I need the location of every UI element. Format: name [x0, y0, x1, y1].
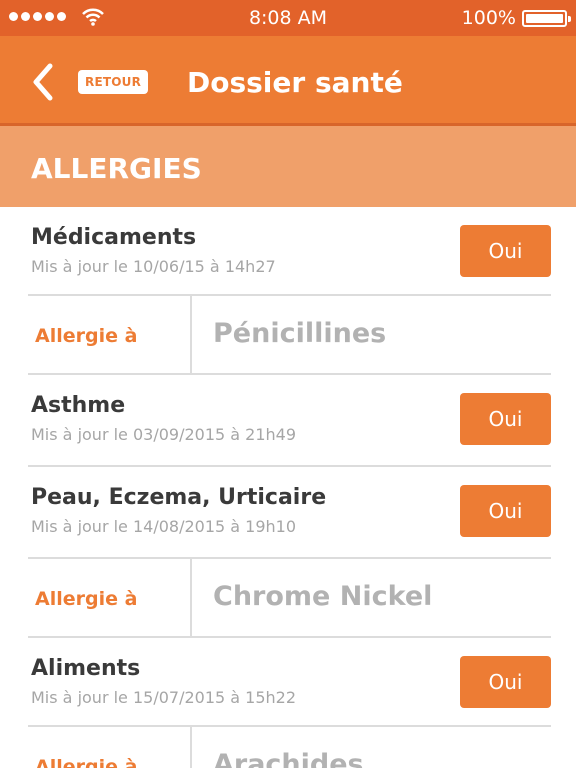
battery-percentage: 100%	[461, 7, 516, 29]
updated-timestamp: Mis à jour le 14/08/2015 à 19h10	[31, 517, 297, 536]
allergen-row[interactable]: Allergie à Chrome Nickel	[0, 559, 576, 638]
allergen-label: Allergie à	[35, 588, 138, 610]
section-header: ALLERGIES	[0, 126, 576, 207]
allergen-row[interactable]: Allergie à Pénicillines	[0, 296, 576, 375]
updated-timestamp: Mis à jour le 10/06/15 à 14h27	[31, 257, 276, 276]
allergen-value: Arachides	[213, 749, 364, 768]
oui-button[interactable]: Oui	[460, 225, 551, 277]
status-bar: 8:08 AM 100%	[0, 0, 576, 36]
allergen-value: Pénicillines	[213, 318, 387, 349]
section-title: ALLERGIES	[31, 152, 202, 185]
allergen-value: Chrome Nickel	[213, 581, 433, 612]
chevron-left-icon[interactable]	[30, 62, 56, 102]
battery-icon	[522, 10, 571, 27]
category-name: Asthme	[31, 393, 126, 418]
category-name: Médicaments	[31, 225, 197, 250]
category-name: Peau, Eczema, Urticaire	[31, 485, 327, 510]
page-title: Dossier santé	[187, 66, 403, 99]
updated-timestamp: Mis à jour le 15/07/2015 à 15h22	[31, 688, 297, 707]
list-item: Aliments Mis à jour le 15/07/2015 à 15h2…	[0, 638, 576, 727]
list-item: Médicaments Mis à jour le 10/06/15 à 14h…	[0, 207, 576, 296]
allergy-list: Médicaments Mis à jour le 10/06/15 à 14h…	[0, 207, 576, 768]
back-button[interactable]: RETOUR	[78, 70, 149, 94]
allergen-label: Allergie à	[35, 756, 138, 768]
divider	[190, 727, 192, 768]
allergen-row[interactable]: Allergie à Arachides	[0, 727, 576, 768]
oui-button[interactable]: Oui	[460, 656, 551, 708]
navigation-bar: RETOUR Dossier santé	[0, 36, 576, 126]
category-name: Aliments	[31, 656, 141, 681]
divider	[190, 559, 192, 638]
allergen-label: Allergie à	[35, 325, 138, 347]
list-item: Peau, Eczema, Urticaire Mis à jour le 14…	[0, 467, 576, 559]
divider	[190, 296, 192, 375]
oui-button[interactable]: Oui	[460, 393, 551, 445]
oui-button[interactable]: Oui	[460, 485, 551, 537]
list-item: Asthme Mis à jour le 03/09/2015 à 21h49 …	[0, 375, 576, 467]
updated-timestamp: Mis à jour le 03/09/2015 à 21h49	[31, 425, 297, 444]
